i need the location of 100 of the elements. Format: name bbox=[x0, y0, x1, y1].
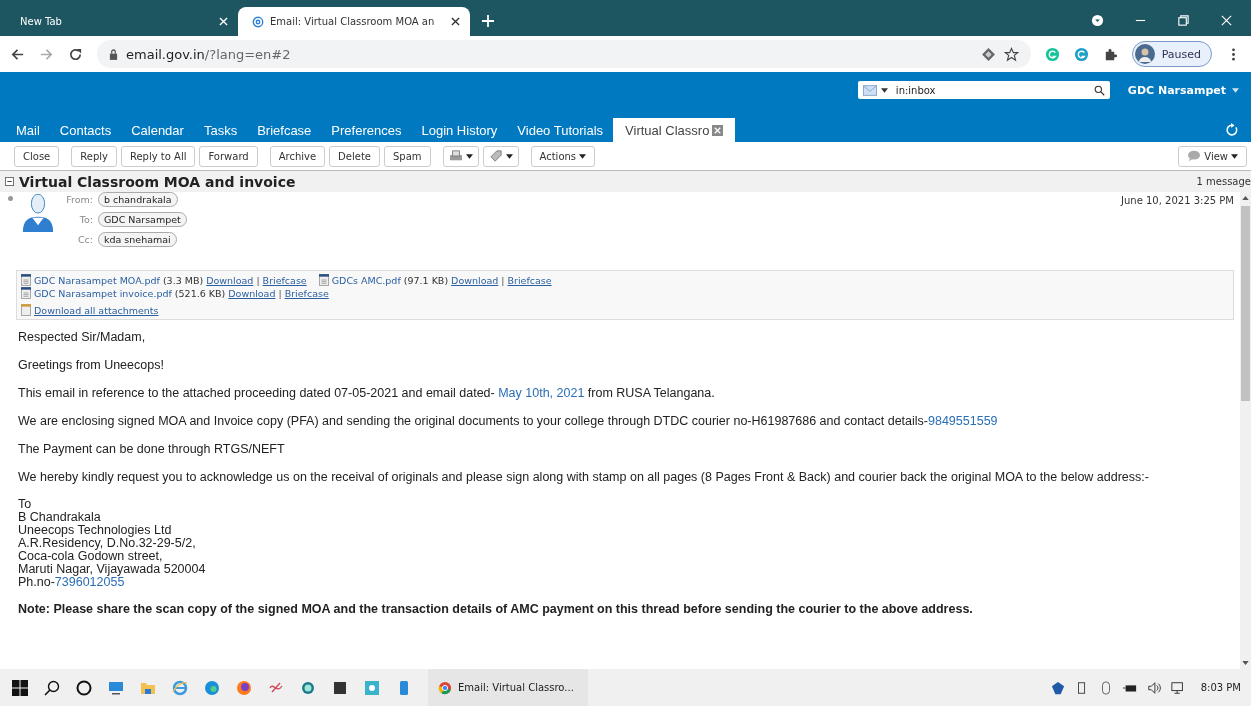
speech-bubble-icon bbox=[1187, 150, 1202, 162]
briefcase-link[interactable]: Briefcase bbox=[507, 274, 552, 286]
toolbar-button[interactable]: Delete bbox=[329, 145, 380, 167]
address-line: B Chandrakala bbox=[18, 511, 102, 524]
toolbar-button[interactable]: Spam bbox=[383, 145, 431, 167]
caret-icon bbox=[1232, 87, 1239, 93]
refresh-icon[interactable] bbox=[1225, 123, 1239, 137]
message-subject: Virtual Classroom MOA and invoice bbox=[19, 173, 296, 190]
browser-tab[interactable]: New Tab bbox=[6, 7, 238, 36]
contact-bubble[interactable]: GDC Narsampet bbox=[98, 212, 187, 227]
note-paragraph: Note: Please share the scan copy of the signed MOA and the transaction details of AMC payment on this thread before sending the courier to the above address. bbox=[18, 602, 974, 617]
restore-icon[interactable] bbox=[1177, 14, 1190, 27]
browser-e-icon[interactable] bbox=[172, 679, 188, 696]
tab-search-icon[interactable] bbox=[1091, 14, 1104, 27]
download-all-link[interactable]: Download all attachments bbox=[34, 304, 159, 316]
toolbar-button[interactable]: Forward bbox=[199, 145, 258, 167]
grammar-extension-icon[interactable] bbox=[1073, 46, 1089, 62]
link-separator: | bbox=[256, 274, 260, 286]
app-tab[interactable]: Tasks bbox=[193, 118, 248, 142]
attachment-size: (97.1 KB) bbox=[403, 274, 449, 286]
circle-icon[interactable] bbox=[76, 679, 92, 696]
attachment-name: GDCs AMC.pdf bbox=[331, 274, 401, 286]
briefcase-link[interactable]: Briefcase bbox=[262, 274, 307, 286]
app-tab[interactable]: Preferences bbox=[321, 118, 412, 142]
app-tab[interactable]: Calendar bbox=[121, 118, 194, 142]
link-separator: | bbox=[501, 274, 505, 286]
scroll-up-icon[interactable] bbox=[1242, 196, 1249, 200]
scroll-down-icon[interactable] bbox=[1242, 661, 1249, 665]
new-tab-icon[interactable] bbox=[482, 15, 494, 27]
toolbar-button[interactable]: Archive bbox=[269, 145, 326, 167]
dark-square-icon[interactable] bbox=[332, 679, 348, 696]
unread-dot-icon bbox=[8, 196, 13, 201]
body-paragraph: Greetings from Uneecops! bbox=[18, 358, 165, 373]
close-icon[interactable] bbox=[451, 17, 460, 26]
network-monitor-icon[interactable] bbox=[1170, 680, 1185, 695]
address-field[interactable]: email.gov.in/?lang=en#2 bbox=[97, 40, 1031, 68]
body-paragraph: Respected Sir/Madam, bbox=[18, 330, 147, 345]
phone-link[interactable]: 7396012055 bbox=[54, 575, 125, 589]
reload-icon[interactable] bbox=[68, 46, 83, 62]
avatar-icon bbox=[1134, 44, 1155, 64]
diamond-icon[interactable] bbox=[980, 46, 996, 62]
caret-icon bbox=[465, 153, 473, 159]
collapse-icon[interactable] bbox=[5, 177, 14, 186]
actions-menu-button[interactable]: Actions bbox=[530, 145, 596, 167]
document-icon bbox=[21, 287, 31, 299]
view-menu-button[interactable]: View bbox=[1178, 145, 1247, 167]
toolbar-button[interactable]: Close bbox=[14, 145, 60, 167]
star-icon[interactable] bbox=[1003, 46, 1019, 62]
message-count: 1 message bbox=[1196, 176, 1251, 187]
app-tab[interactable]: Video Tutorials bbox=[507, 118, 614, 142]
address-line: To bbox=[18, 498, 33, 511]
download-link[interactable]: Download bbox=[451, 274, 499, 286]
tag-icon bbox=[488, 150, 503, 162]
attachment-name: GDC Narasampet invoice.pdf bbox=[34, 287, 172, 299]
app-tab[interactable]: Login History bbox=[411, 118, 508, 142]
app-tile-icon[interactable] bbox=[364, 679, 380, 696]
download-link[interactable]: Download bbox=[228, 287, 276, 299]
body-link[interactable]: May 10th, 2021 bbox=[498, 386, 585, 400]
tab-title: New Tab bbox=[20, 16, 63, 27]
app-tab[interactable]: Briefcase bbox=[247, 118, 322, 142]
contact-bubble[interactable]: kda snehamai bbox=[98, 232, 177, 247]
windows-start-icon[interactable] bbox=[12, 679, 28, 696]
toolbar-button[interactable]: Reply to All bbox=[120, 145, 196, 167]
search-icon[interactable] bbox=[44, 679, 60, 696]
monitor-icon[interactable] bbox=[108, 679, 124, 696]
url-text: email.gov.in/?lang=en#2 bbox=[126, 46, 291, 62]
browser-tab[interactable]: Email: Virtual Classroom MOA an bbox=[238, 7, 470, 36]
body-paragraph: The Payment can be done through RTGS/NEFT bbox=[18, 442, 286, 457]
scrollbar-thumb[interactable] bbox=[1241, 206, 1250, 401]
toolbar-button[interactable]: Reply bbox=[71, 145, 117, 167]
attachment-size: (521.6 KB) bbox=[174, 287, 226, 299]
app-tab[interactable]: Mail bbox=[6, 118, 50, 142]
address-line: A.R.Residency, D.No.32-29-5/2, bbox=[18, 537, 197, 550]
message-date: June 10, 2021 3:25 PM bbox=[1121, 195, 1234, 206]
search-icon[interactable] bbox=[1093, 84, 1105, 96]
download-link[interactable]: Download bbox=[206, 274, 254, 286]
contact-bubble[interactable]: b chandrakala bbox=[98, 192, 178, 207]
print-menu-button[interactable] bbox=[442, 145, 479, 167]
tag-menu-button[interactable] bbox=[482, 145, 519, 167]
caret-icon bbox=[1231, 153, 1238, 159]
briefcase-link[interactable]: Briefcase bbox=[284, 287, 329, 299]
account-menu[interactable]: GDC Narsampet bbox=[1127, 83, 1239, 97]
clock-time: 8:03 PM bbox=[1200, 682, 1241, 693]
contact-silhouette-icon bbox=[21, 194, 55, 234]
tab-title: Email: Virtual Classroom MOA an bbox=[270, 16, 436, 27]
taskbar-window-button[interactable]: Email: Virtual Classro... bbox=[428, 669, 588, 706]
app-tab[interactable]: Contacts bbox=[49, 118, 122, 142]
body-paragraph: We hereby kindly request you to acknowledge us on the receival of originals and please sign along with stamp on all pages (8 Pages Front & Back) and courier back the original MOA to the below address:- bbox=[18, 470, 1150, 485]
profile-button[interactable]: Paused bbox=[1131, 41, 1212, 67]
body-link[interactable]: 9849551559 bbox=[928, 414, 998, 428]
link-separator: | bbox=[278, 287, 282, 299]
caret-icon[interactable] bbox=[880, 87, 888, 93]
search-field[interactable]: in:inbox bbox=[857, 81, 1110, 99]
speaker-icon[interactable] bbox=[1146, 680, 1161, 695]
search-query: in:inbox bbox=[895, 84, 936, 96]
ring-icon[interactable] bbox=[300, 679, 316, 696]
lock-icon bbox=[109, 48, 118, 60]
address-line: Coca-cola Godown street, bbox=[18, 550, 164, 563]
app-tab[interactable]: Virtual Classro bbox=[613, 118, 736, 142]
printer-icon bbox=[448, 150, 463, 162]
